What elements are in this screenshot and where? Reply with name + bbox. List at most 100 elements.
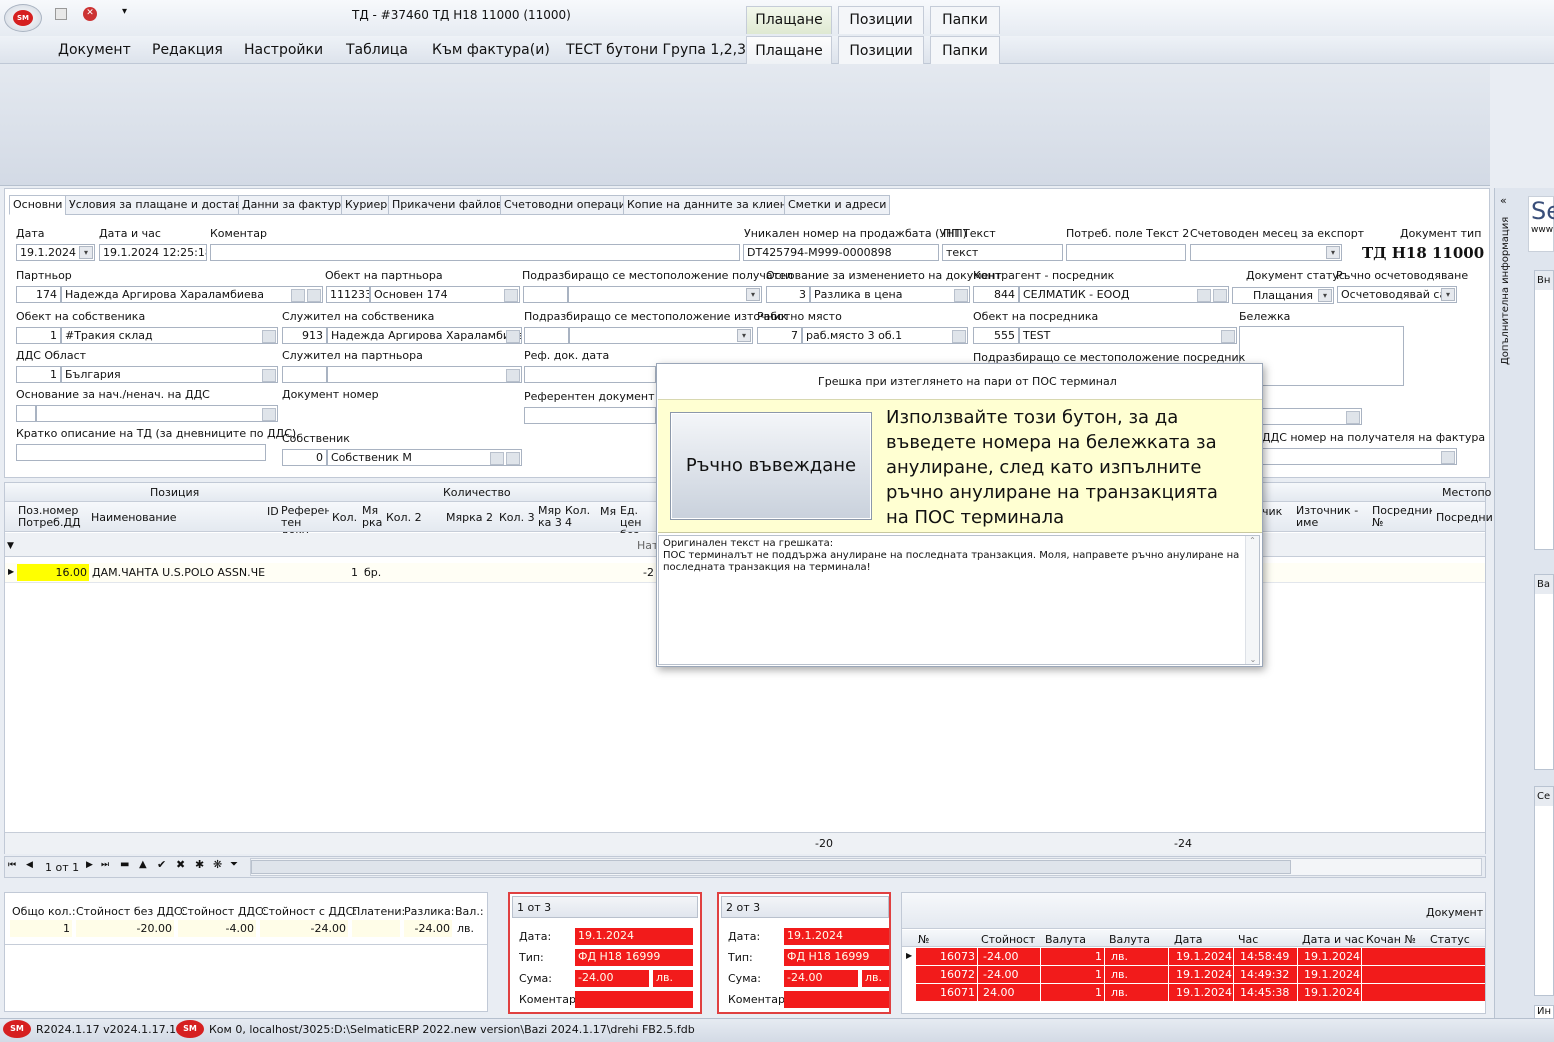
vat-area-id-field[interactable]: 1 [16,366,61,383]
agent-loc-lookup-icon[interactable] [1346,411,1360,424]
app-logo-button[interactable]: SM [4,4,42,32]
pcol-currency2[interactable]: Валута [1109,933,1150,946]
nav-refresh-icon[interactable]: ✱ [195,858,204,871]
pcol-number[interactable]: № [918,933,929,946]
nav-next-icon[interactable]: ▶ [86,860,93,870]
contractor-clear-icon[interactable] [1213,289,1227,302]
src-loc-id-field[interactable] [524,327,569,344]
pcol-status[interactable]: Статус [1430,933,1470,946]
col-agent[interactable]: Посредни [1436,511,1493,524]
own-emp-name-field[interactable]: Надежда Аргирова Хараламбиева [327,327,522,344]
acc-month-dropdown-icon[interactable]: ▾ [1326,246,1340,259]
partner-emp-id-field[interactable] [282,366,327,383]
col-unit4[interactable]: Мя [600,505,616,518]
manual-acc-dropdown-icon[interactable]: ▾ [1441,288,1455,301]
contractor-name-field[interactable]: СЕЛМАТИК - ЕООД [1019,286,1229,303]
nav-first-icon[interactable]: ⏮ [8,860,16,870]
tab-main[interactable]: Основни [9,195,67,215]
partner-obj-lookup-icon[interactable] [504,289,518,302]
partner-obj-id-field[interactable]: 111233 [326,286,370,303]
col-qty4[interactable]: Кол. 4 [565,505,595,529]
ref-doc-date-field[interactable] [524,366,656,383]
col-name[interactable]: Наименование [91,511,176,524]
scroll-down-icon[interactable]: ⌄ [1246,655,1260,664]
row-qty[interactable]: 1 [330,564,360,581]
payment-cell[interactable]: 16072 [918,966,978,983]
vat-recipient-lookup-icon[interactable] [1441,451,1455,464]
owner-clear-icon[interactable] [506,452,520,465]
partner-emp-name-field[interactable] [327,366,522,383]
doc-status-dropdown-icon[interactable]: ▾ [1318,289,1332,302]
menu-positions[interactable]: Позиции [838,36,924,64]
change-reason-id-field[interactable]: 3 [766,286,810,303]
col-source-name[interactable]: Източник - име [1296,505,1368,529]
col-id[interactable]: ID [267,505,279,518]
own-obj-lookup-icon[interactable] [262,330,276,343]
own-emp-id-field[interactable]: 913 [282,327,327,344]
payment-cell[interactable]: 14:45:38 [1238,984,1298,1001]
row-name[interactable]: ДАМ.ЧАНТА U.S.POLO ASSN.ЧЕ... [90,564,265,581]
menu-edit[interactable]: Редакция [152,42,223,58]
menu-document[interactable]: Документ [58,42,131,58]
payment-cell[interactable]: 24.00 [981,984,1041,1001]
menu-test-buttons[interactable]: ТЕСТ бутони Група 1,2,3 [566,42,746,58]
scroll-up-icon[interactable]: ⌃ [1246,536,1259,545]
nav-cancel-icon[interactable]: ✖ [176,858,185,871]
nav-filter-icon[interactable]: ❋ [213,858,222,871]
vat-basis-lookup-icon[interactable] [262,408,276,421]
change-reason-lookup-icon[interactable] [954,289,968,302]
payment-cell[interactable]: 19.1.2024 1 [1302,966,1362,983]
menu-to-invoice[interactable]: Към фактура(и) [432,42,550,58]
payment-cell[interactable]: 16071 [918,984,978,1001]
src-loc-field[interactable]: ▾ [569,327,753,344]
agent-obj-id-field[interactable]: 555 [973,327,1019,344]
pcol-value[interactable]: Стойност [981,933,1035,946]
vat-basis-id-field[interactable] [16,405,36,422]
context-tab-folders[interactable]: Папки [930,6,1000,34]
payment-cell[interactable]: лв. [1109,984,1169,1001]
col-agent-number[interactable]: Посредник № [1372,505,1432,529]
menu-table[interactable]: Таблица [346,42,408,58]
vat-area-lookup-icon[interactable] [262,369,276,382]
recv-loc-dropdown-icon[interactable]: ▾ [746,288,760,301]
owner-name-field[interactable]: Собственик М [327,449,522,466]
payment-cell[interactable]: 1 [1045,984,1105,1001]
manual-acc-field[interactable]: Осчетоводявай сам ▾ [1337,286,1457,303]
partner-id-field[interactable]: 174 [16,286,61,303]
pcol-currency[interactable]: Валута [1045,933,1086,946]
quick-access-dropdown-icon[interactable]: ▾ [122,6,127,17]
dialog-scrollbar[interactable]: ⌃ ⌄ [1245,536,1259,664]
context-tab-payment[interactable]: Плащане [746,6,832,34]
collapse-side-icon[interactable]: « [1500,194,1507,207]
menu-settings[interactable]: Настройки [244,42,323,58]
workplace-lookup-icon[interactable] [952,330,966,343]
payment-cell[interactable]: 19.1.2024 [1174,948,1234,965]
side-section-4[interactable]: Ин [1534,1005,1554,1019]
comment-field[interactable] [210,244,740,261]
col-unit3[interactable]: Мяр ка 3 [538,505,562,529]
tab-client-copy[interactable]: Копие на данните за клиента [623,195,805,215]
partner-obj-name-field[interactable]: Основен 174 [370,286,520,303]
owner-lookup-icon[interactable] [490,452,504,465]
payment-cell[interactable]: -24.00 [981,948,1041,965]
nav-delete-icon[interactable]: ▬ [120,859,129,870]
menu-payment[interactable]: Плащане [746,36,832,64]
side-section-2[interactable]: Ва [1534,574,1554,770]
nav-confirm-icon[interactable]: ✔ [157,858,166,871]
src-loc-dropdown-icon[interactable]: ▾ [737,329,751,342]
tab-invoice-data[interactable]: Данни за фактура [238,195,352,215]
payment-cell[interactable]: 16073 [918,948,978,965]
unp-field[interactable]: DT425794-M999-0000898 [743,244,939,261]
nav-funnel-icon[interactable]: ⏷ [230,859,238,870]
agent-loc-field[interactable] [1262,408,1362,425]
user-text2-field[interactable] [1066,244,1186,261]
filter-icon[interactable]: ▼ [7,541,14,551]
ref-doc-field[interactable] [524,407,656,424]
tab-attachments[interactable]: Прикачени файлове [388,195,514,215]
doc-status-field[interactable]: Плащания ▾ [1232,287,1334,304]
recv-loc-field[interactable]: ▾ [568,286,762,303]
payment-cell[interactable]: лв. [1109,966,1169,983]
tab-payment-terms[interactable]: Условия за плащане и доставка [65,195,259,215]
partner-clear-icon[interactable] [307,289,321,302]
row-price[interactable]: -2 [620,564,656,581]
